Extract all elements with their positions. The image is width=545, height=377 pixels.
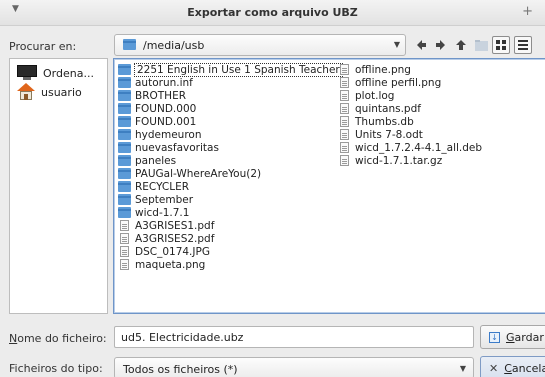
path-text: /media/usb (143, 39, 205, 52)
file-icon (120, 233, 129, 244)
filetype-select[interactable]: Todos os ficheiros (*) ▼ (114, 357, 474, 377)
list-item[interactable]: FOUND.000 (118, 102, 342, 115)
list-item[interactable]: Units 7-8.odt (338, 128, 482, 141)
filetype-label: Ficheiros do tipo: (9, 362, 103, 375)
path-combo[interactable]: /media/usb ▼ (114, 34, 406, 56)
file-column-2: offline.png offline perfil.png plot.log … (338, 63, 482, 167)
maximize-icon[interactable]: + (522, 4, 533, 19)
home-icon (17, 83, 35, 101)
list-item[interactable]: A3GRISES1.pdf (118, 219, 342, 232)
folder-icon (118, 168, 131, 179)
filetype-value: Todos os ficheiros (*) (123, 363, 238, 376)
cancel-button[interactable]: ✕ Cancelar (480, 356, 545, 377)
folder-icon (118, 181, 131, 192)
list-item[interactable]: paneles (118, 154, 342, 167)
save-button[interactable]: ↓ Gardar (480, 325, 545, 349)
file-icon (340, 155, 349, 166)
list-item[interactable]: 2251 English in Use 1 Spanish Teacher (118, 62, 343, 77)
list-item[interactable]: autorun.inf (118, 76, 342, 89)
filename-input[interactable] (114, 326, 474, 348)
list-item[interactable]: plot.log (338, 89, 482, 102)
file-list[interactable]: 2251 English in Use 1 Spanish Teacher au… (113, 58, 545, 314)
folder-icon (118, 155, 131, 166)
list-item[interactable]: hydemeuron (118, 128, 342, 141)
folder-icon (118, 142, 131, 153)
place-computer[interactable]: Ordena... (17, 63, 94, 83)
list-view-icon[interactable] (492, 36, 510, 54)
list-item[interactable]: wicd-1.7.1 (118, 206, 342, 219)
list-item[interactable]: BROTHER (118, 89, 342, 102)
list-item[interactable]: RECYCLER (118, 180, 342, 193)
places-sidebar: Ordena... usuario (9, 58, 108, 314)
place-label: Ordena... (43, 66, 94, 80)
list-item[interactable]: wicd-1.7.1.tar.gz (338, 154, 482, 167)
list-item[interactable]: offline perfil.png (338, 76, 482, 89)
list-item[interactable]: quintans.pdf (338, 102, 482, 115)
folder-icon (118, 116, 131, 127)
computer-icon (17, 65, 37, 81)
chevron-down-icon: ▼ (393, 40, 400, 49)
folder-icon (118, 207, 131, 218)
file-icon (340, 116, 349, 127)
file-icon (120, 259, 129, 270)
window-title: Exportar como arquivo UBZ (187, 6, 358, 19)
forward-icon[interactable] (432, 36, 450, 54)
title-bar: ▼ Exportar como arquivo UBZ + (0, 0, 545, 26)
folder-icon (118, 77, 131, 88)
folder-icon (118, 194, 131, 205)
up-icon[interactable] (452, 36, 470, 54)
file-icon (340, 129, 349, 140)
list-item[interactable]: FOUND.001 (118, 115, 342, 128)
list-item[interactable]: offline.png (338, 63, 482, 76)
file-icon (340, 64, 349, 75)
save-icon: ↓ (489, 331, 500, 343)
folder-icon (118, 90, 131, 101)
file-column-1: 2251 English in Use 1 Spanish Teacher au… (118, 62, 343, 271)
folder-icon (123, 39, 136, 50)
detail-view-icon[interactable] (514, 36, 532, 54)
list-item[interactable]: maqueta.png (118, 258, 342, 271)
back-icon[interactable] (412, 36, 430, 54)
list-item[interactable]: wicd_1.7.2.4-4.1_all.deb (338, 141, 482, 154)
folder-icon (118, 64, 131, 75)
place-label: usuario (41, 85, 82, 99)
file-icon (120, 246, 129, 257)
filename-label: Nome do ficheiro: (9, 332, 107, 345)
folder-icon (118, 129, 131, 140)
chevron-down-icon: ▼ (459, 364, 466, 373)
new-folder-icon[interactable] (472, 36, 490, 54)
close-icon: ✕ (489, 361, 499, 375)
list-item[interactable]: September (118, 193, 342, 206)
list-item[interactable]: nuevasfavoritas (118, 141, 342, 154)
folder-icon (118, 103, 131, 114)
list-item[interactable]: PAUGal-WhereAreYou(2) (118, 167, 342, 180)
list-item[interactable]: A3GRISES2.pdf (118, 232, 342, 245)
place-home[interactable]: usuario (17, 82, 82, 102)
list-item[interactable]: Thumbs.db (338, 115, 482, 128)
file-icon (340, 90, 349, 101)
file-icon (340, 142, 349, 153)
file-icon (340, 77, 349, 88)
file-icon (120, 220, 129, 231)
list-item[interactable]: DSC_0174.JPG (118, 245, 342, 258)
file-icon (340, 103, 349, 114)
look-in-label: Procurar en: (9, 40, 77, 53)
